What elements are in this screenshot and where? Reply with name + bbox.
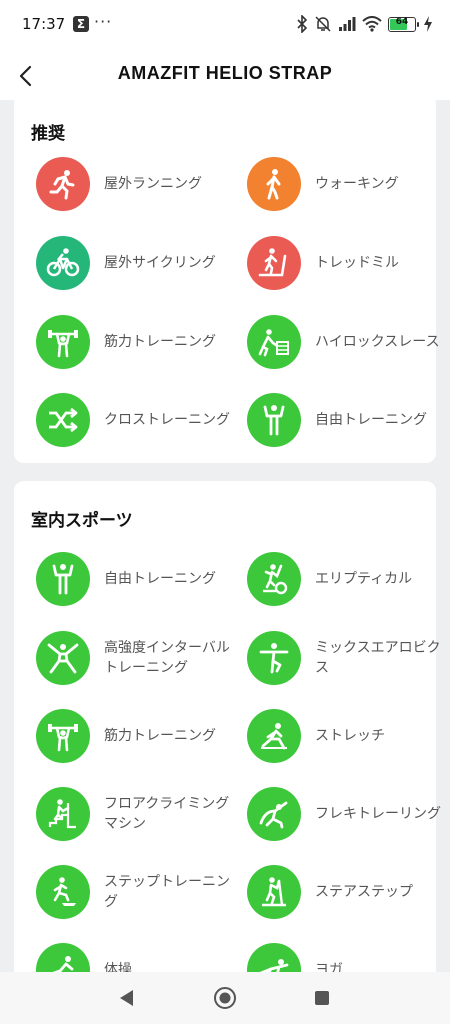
section-card-indoor: 室内スポーツ 自由トレーニング エリプティカル 高強度インターバルトレーニング … (14, 481, 441, 972)
section-card-recommended: 推奨 屋外ランニング ウォーキング 屋外サイクリング トレッドミル 筋力トレーニ… (14, 100, 440, 463)
status-time: 17:37 (22, 15, 66, 33)
yoga-icon (247, 943, 301, 972)
sport-item[interactable]: ミックスエアロビクス (247, 630, 447, 686)
app-header: AMAZFIT HELIO STRAP (0, 52, 450, 100)
sport-item[interactable]: 屋外サイクリング (36, 235, 236, 291)
stair-stepper-icon (247, 865, 301, 919)
sports-list[interactable]: 推奨 屋外ランニング ウォーキング 屋外サイクリング トレッドミル 筋力トレーニ… (0, 100, 450, 972)
hiit-icon (36, 631, 90, 685)
sport-label: ステアステップ (315, 884, 413, 900)
bell-off-icon (315, 16, 331, 32)
gymnastics-icon (36, 943, 90, 972)
weightlifting-icon (36, 315, 90, 369)
weightlifting-icon (36, 709, 90, 763)
sport-item[interactable]: フレキトレーリング (247, 786, 447, 842)
sport-item[interactable]: フロアクライミングマシン (36, 786, 236, 842)
walking-icon (247, 157, 301, 211)
sport-label: 筋力トレーニング (104, 334, 216, 350)
page-title: AMAZFIT HELIO STRAP (117, 63, 333, 83)
sport-label: フロアクライミングマシン (104, 796, 230, 832)
stair-climber-icon (36, 787, 90, 841)
status-bar: 17:37 Σ ··· 64 (0, 0, 450, 52)
bluetooth-icon (297, 15, 308, 33)
nav-back-icon[interactable] (114, 986, 138, 1010)
sport-item[interactable]: ステアステップ (247, 864, 447, 920)
sport-label: 筋力トレーニング (104, 728, 216, 744)
free-training-icon (36, 552, 90, 606)
sport-item[interactable]: 自由トレーニング (247, 392, 447, 448)
sport-label: 自由トレーニング (315, 412, 427, 428)
more-notifications: ··· (94, 12, 113, 31)
hyrox-icon (247, 315, 301, 369)
sport-item[interactable]: トレッドミル (247, 235, 447, 291)
sigma-icon: Σ (73, 16, 89, 32)
battery-level: 64 (395, 16, 409, 27)
sport-label: ストレッチ (315, 728, 385, 744)
sport-item[interactable]: 高強度インターバルトレーニング (36, 630, 236, 686)
sport-label: ヨガ (315, 962, 343, 972)
sport-item[interactable]: 筋力トレーニング (36, 314, 236, 370)
step-training-icon (36, 865, 90, 919)
shuffle-icon (36, 393, 90, 447)
nav-home-icon[interactable] (213, 986, 237, 1010)
sport-label: ミックスエアロビクス (315, 640, 441, 676)
sport-label: クロストレーニング (104, 412, 230, 428)
sport-item[interactable]: 自由トレーニング (36, 551, 236, 607)
sport-item[interactable]: エリプティカル (247, 551, 447, 607)
sport-label: 屋外サイクリング (104, 255, 216, 271)
signal-icon (339, 17, 356, 31)
sport-label: ウォーキング (315, 176, 399, 192)
sport-item[interactable]: 屋外ランニング (36, 156, 236, 212)
sport-label: トレッドミル (315, 255, 399, 271)
sport-label: 体操 (104, 962, 132, 972)
sport-label: 屋外ランニング (104, 176, 202, 192)
sport-item[interactable]: 体操 (36, 942, 236, 972)
running-icon (36, 157, 90, 211)
sport-label: エリプティカル (315, 571, 413, 587)
free-training-icon (247, 393, 301, 447)
sport-item[interactable]: ウォーキング (247, 156, 447, 212)
status-icons: 64 (296, 15, 432, 33)
sport-item[interactable]: ストレッチ (247, 708, 447, 764)
sport-label: フレキトレーリング (315, 806, 441, 822)
sport-item[interactable]: 筋力トレーニング (36, 708, 236, 764)
sport-item[interactable]: ステップトレーニング (36, 864, 236, 920)
sport-label: ハイロックスレース (315, 334, 440, 350)
aerobics-icon (247, 631, 301, 685)
sport-item[interactable]: クロストレーニング (36, 392, 236, 448)
battery-icon: 64 (388, 16, 419, 32)
system-navbar (0, 972, 450, 1024)
stretch-icon (247, 709, 301, 763)
charging-icon (424, 16, 432, 32)
nav-recents-icon[interactable] (310, 986, 334, 1010)
wifi-icon (362, 16, 382, 32)
treadmill-icon (247, 236, 301, 290)
sport-item[interactable]: ハイロックスレース (247, 314, 447, 370)
sport-label: ステップトレーニング (104, 874, 230, 910)
sport-item[interactable]: ヨガ (247, 942, 447, 972)
section-title: 室内スポーツ (31, 511, 133, 531)
flexibility-icon (247, 787, 301, 841)
cycling-icon (36, 236, 90, 290)
elliptical-icon (247, 552, 301, 606)
sport-label: 高強度インターバルトレーニング (104, 640, 230, 676)
section-title: 推奨 (31, 124, 65, 144)
sport-label: 自由トレーニング (104, 571, 216, 587)
